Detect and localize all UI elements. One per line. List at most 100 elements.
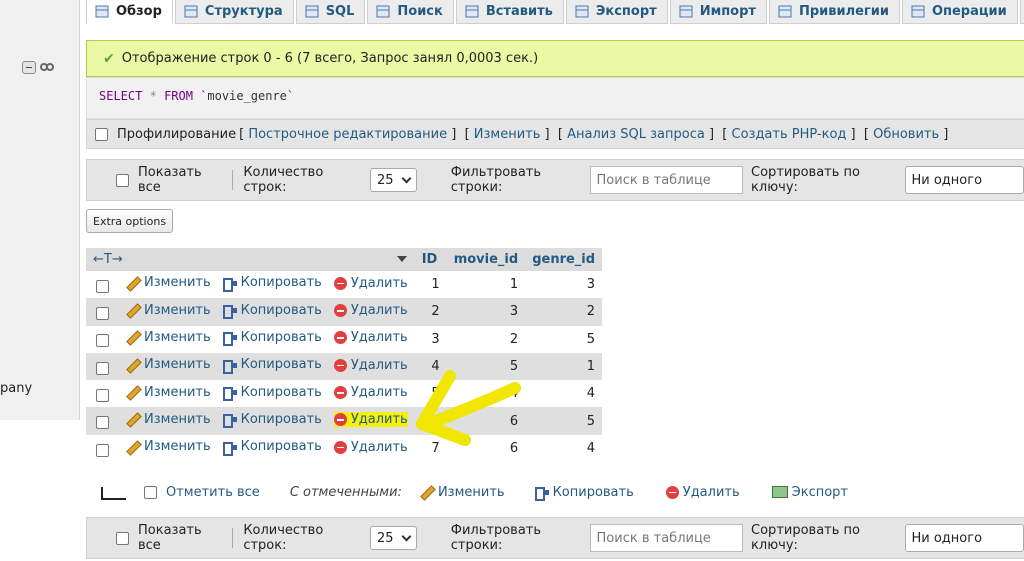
show-all-label[interactable]: Показать все bbox=[138, 165, 220, 195]
column-header-id[interactable]: ID bbox=[414, 248, 447, 271]
tab-5[interactable]: Экспорт bbox=[565, 0, 668, 24]
filter-rows-input-bottom[interactable]: Поиск в таблице bbox=[589, 524, 744, 552]
tab-2[interactable]: SQL bbox=[295, 0, 366, 24]
tab-7[interactable]: Привилегии bbox=[768, 0, 900, 24]
column-toggle-arrows[interactable]: ←T→ bbox=[93, 252, 123, 267]
check-all-checkbox[interactable] bbox=[144, 485, 157, 499]
bulk-delete-label: Удалить bbox=[682, 484, 740, 500]
row-edit-button[interactable]: Изменить bbox=[126, 412, 211, 427]
cell-id[interactable]: 7 bbox=[414, 434, 447, 463]
row-checkbox[interactable] bbox=[96, 389, 109, 403]
column-menu-icon[interactable] bbox=[396, 256, 407, 262]
column-header-movie-id[interactable]: movie_id bbox=[446, 248, 526, 271]
row-copy-button[interactable]: Копировать bbox=[222, 357, 322, 374]
rows-count-select[interactable]: 25 bbox=[370, 168, 417, 192]
cell-movie-id[interactable]: 4 bbox=[446, 380, 526, 408]
explain-sql-link[interactable]: Анализ SQL запроса bbox=[567, 127, 705, 142]
row-checkbox[interactable] bbox=[96, 334, 109, 348]
table-row[interactable]: Изменить Копировать Удалить 6 6 5 bbox=[86, 407, 603, 435]
cell-movie-id[interactable]: 6 bbox=[446, 434, 526, 463]
show-all-checkbox-bottom[interactable] bbox=[116, 531, 129, 545]
cell-genre-id[interactable]: 1 bbox=[525, 352, 603, 381]
cell-movie-id[interactable]: 5 bbox=[446, 352, 526, 381]
show-all-checkbox[interactable] bbox=[116, 173, 129, 187]
row-edit-button[interactable]: Изменить bbox=[126, 303, 211, 318]
table-row[interactable]: Изменить Копировать Удалить 5 4 4 bbox=[86, 380, 603, 408]
cell-movie-id[interactable]: 6 bbox=[446, 407, 526, 435]
sort-by-key-select-bottom[interactable]: Ни одного bbox=[904, 524, 1024, 552]
row-checkbox[interactable] bbox=[96, 307, 109, 321]
cell-id[interactable]: 2 bbox=[414, 298, 447, 326]
row-delete-button[interactable]: Удалить bbox=[333, 276, 408, 291]
tab-8[interactable]: Операции bbox=[901, 0, 1018, 24]
tab-9[interactable] bbox=[1019, 0, 1024, 24]
extra-options-button[interactable]: Extra options bbox=[86, 209, 174, 233]
bulk-export-button[interactable]: Экспорт bbox=[771, 485, 848, 500]
bulk-copy-button[interactable]: Копировать bbox=[534, 485, 634, 501]
cell-id[interactable]: 5 bbox=[414, 380, 447, 408]
row-delete-button[interactable]: Удалить bbox=[333, 358, 408, 373]
table-row[interactable]: Изменить Копировать Удалить 2 3 2 bbox=[86, 298, 603, 326]
row-checkbox[interactable] bbox=[96, 416, 109, 430]
cell-genre-id[interactable]: 2 bbox=[525, 298, 603, 326]
column-header-genre-id[interactable]: genre_id bbox=[525, 248, 603, 271]
link-with-main-panel-icon[interactable] bbox=[40, 63, 55, 72]
row-checkbox[interactable] bbox=[96, 361, 109, 375]
row-edit-button[interactable]: Изменить bbox=[126, 275, 211, 290]
row-copy-button[interactable]: Копировать bbox=[222, 385, 322, 402]
sort-by-key-select[interactable]: Ни одного bbox=[904, 166, 1024, 194]
filter-rows-input[interactable]: Поиск в таблице bbox=[589, 166, 744, 194]
row-edit-button[interactable]: Изменить bbox=[126, 330, 211, 345]
rows-count-select-bottom[interactable]: 25 bbox=[370, 526, 417, 550]
row-copy-button[interactable]: Копировать bbox=[222, 275, 322, 292]
row-delete-button[interactable]: Удалить bbox=[333, 303, 408, 318]
cell-genre-id[interactable]: 4 bbox=[525, 434, 603, 463]
table-row[interactable]: Изменить Копировать Удалить 1 1 3 bbox=[86, 271, 603, 299]
refresh-link[interactable]: Обновить bbox=[873, 127, 939, 142]
cell-id[interactable]: 4 bbox=[414, 352, 447, 381]
row-copy-button[interactable]: Копировать bbox=[222, 330, 322, 347]
table-row[interactable]: Изменить Копировать Удалить 3 2 5 bbox=[86, 325, 603, 353]
bulk-delete-button[interactable]: Удалить bbox=[665, 484, 740, 500]
row-edit-button[interactable]: Изменить bbox=[126, 385, 211, 400]
row-delete-button[interactable]: Удалить bbox=[333, 412, 408, 428]
row-checkbox[interactable] bbox=[96, 279, 109, 293]
tab-6[interactable]: Импорт bbox=[669, 0, 767, 24]
tab-3[interactable]: Поиск bbox=[367, 0, 454, 24]
row-checkbox[interactable] bbox=[96, 443, 109, 457]
row-edit-button[interactable]: Изменить bbox=[126, 357, 211, 372]
row-copy-button[interactable]: Копировать bbox=[222, 303, 322, 320]
table-row[interactable]: Изменить Копировать Удалить 4 5 1 bbox=[86, 352, 603, 381]
bulk-edit-button[interactable]: Изменить bbox=[420, 485, 505, 500]
database-name-fragment[interactable]: pany bbox=[0, 381, 32, 396]
cell-movie-id[interactable]: 2 bbox=[446, 325, 526, 353]
row-copy-button[interactable]: Копировать bbox=[222, 439, 322, 456]
cell-genre-id[interactable]: 3 bbox=[525, 271, 603, 299]
row-delete-button[interactable]: Удалить bbox=[333, 330, 408, 345]
collapse-all-icon[interactable] bbox=[22, 61, 36, 74]
row-delete-button[interactable]: Удалить bbox=[333, 440, 408, 455]
cell-movie-id[interactable]: 3 bbox=[446, 298, 526, 326]
tab-1[interactable]: Структура bbox=[174, 0, 294, 24]
row-copy-button[interactable]: Копировать bbox=[222, 412, 322, 429]
row-delete-button[interactable]: Удалить bbox=[333, 385, 408, 400]
cell-genre-id[interactable]: 4 bbox=[525, 380, 603, 408]
check-all-label[interactable]: Отметить все bbox=[166, 485, 260, 500]
create-php-code-link[interactable]: Создать PHP-код bbox=[732, 127, 847, 142]
table-row[interactable]: Изменить Копировать Удалить 7 6 4 bbox=[86, 434, 603, 463]
cell-genre-id[interactable]: 5 bbox=[525, 407, 603, 435]
inline-edit-link[interactable]: Построчное редактирование bbox=[248, 127, 447, 142]
tab-4[interactable]: Вставить bbox=[455, 0, 564, 24]
cell-movie-id[interactable]: 1 bbox=[446, 271, 526, 299]
tab-0[interactable]: Обзор bbox=[86, 0, 173, 24]
cell-genre-id[interactable]: 5 bbox=[525, 325, 603, 353]
cell-id[interactable]: 6 bbox=[414, 407, 447, 435]
cell-id[interactable]: 1 bbox=[414, 271, 447, 299]
show-all-label-bottom[interactable]: Показать все bbox=[138, 523, 220, 553]
sql-query-box[interactable]: SELECT * FROM `movie_genre` bbox=[86, 77, 1024, 119]
cell-id[interactable]: 3 bbox=[414, 325, 447, 353]
search-icon bbox=[376, 5, 390, 18]
row-edit-button[interactable]: Изменить bbox=[126, 439, 211, 454]
profiling-checkbox[interactable] bbox=[95, 127, 108, 141]
edit-query-link[interactable]: Изменить bbox=[474, 127, 541, 142]
